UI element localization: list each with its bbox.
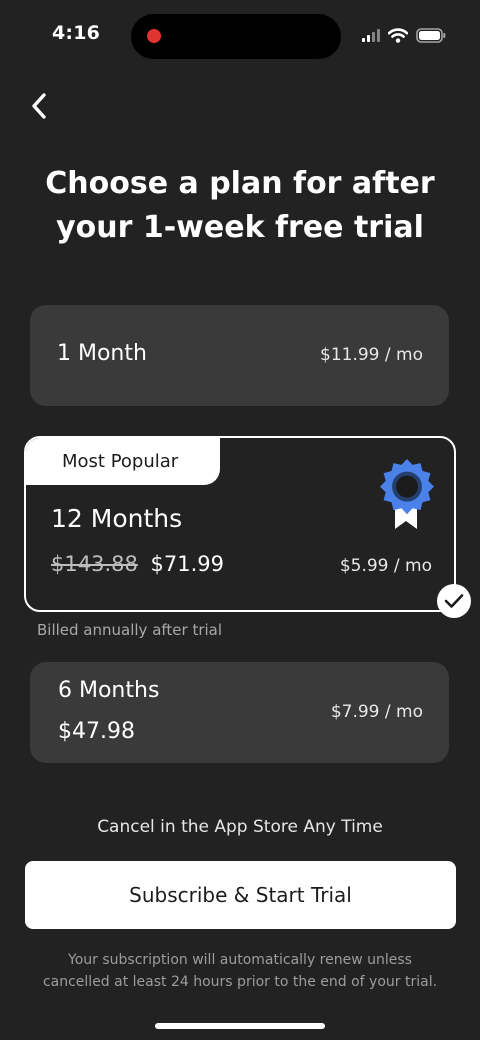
cancel-note: Cancel in the App Store Any Time bbox=[97, 817, 383, 837]
plan-6-months[interactable]: 6 Months $47.98 $7.99 / mo bbox=[30, 662, 449, 763]
selected-check-icon bbox=[437, 584, 471, 618]
plan-1-month[interactable]: 1 Month $11.99 / mo bbox=[30, 305, 449, 406]
chevron-left-icon bbox=[32, 93, 46, 119]
back-button[interactable] bbox=[22, 88, 56, 124]
status-icons bbox=[362, 27, 446, 43]
most-popular-badge: Most Popular bbox=[26, 438, 220, 485]
status-time: 4:16 bbox=[52, 22, 101, 44]
plan-price: $71.99 bbox=[150, 552, 225, 576]
plan-price-row: $143.88 $71.99 bbox=[51, 552, 224, 576]
plan-label: 12 Months bbox=[51, 504, 183, 533]
plan-original-price: $143.88 bbox=[51, 552, 138, 576]
signal-icon bbox=[362, 28, 380, 42]
plan-12-months[interactable]: Most Popular 12 Months $143.88 $71.99 $5… bbox=[24, 436, 456, 612]
wifi-icon bbox=[388, 27, 408, 43]
title-line-1: Choose a plan for after bbox=[45, 166, 435, 201]
plan-price: $47.98 bbox=[58, 719, 135, 744]
legal-line-2: cancelled at least 24 hours prior to the… bbox=[42, 974, 438, 990]
legal-text: Your subscription will automatically ren… bbox=[20, 949, 460, 993]
title-line-2: your 1-week free trial bbox=[56, 210, 424, 245]
subscribe-button[interactable]: Subscribe & Start Trial bbox=[25, 861, 456, 929]
battery-icon bbox=[416, 27, 446, 43]
billing-note: Billed annually after trial bbox=[37, 621, 223, 639]
recording-indicator-icon bbox=[147, 29, 161, 43]
legal-line-1: Your subscription will automatically ren… bbox=[68, 952, 412, 968]
home-indicator[interactable] bbox=[155, 1023, 325, 1029]
plan-monthly-price: $7.99 / mo bbox=[330, 702, 423, 722]
dynamic-island bbox=[131, 14, 341, 59]
plan-monthly-price: $5.99 / mo bbox=[339, 556, 432, 576]
award-ribbon-icon bbox=[380, 459, 434, 529]
plan-label: 1 Month bbox=[57, 341, 147, 366]
page-title: Choose a plan for after your 1-week free… bbox=[20, 162, 460, 250]
plan-label: 6 Months bbox=[58, 678, 160, 703]
plan-monthly-price: $11.99 / mo bbox=[320, 345, 423, 365]
